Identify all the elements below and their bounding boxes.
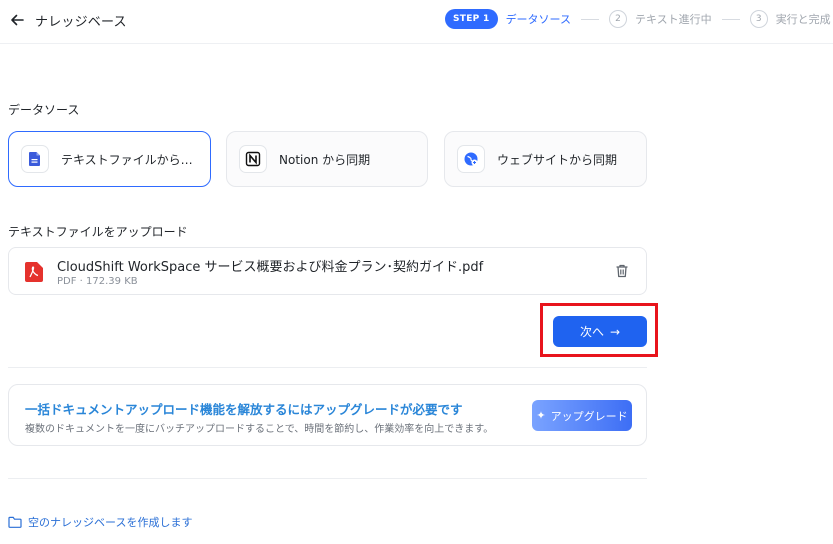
page-title: ナレッジベース [35, 15, 127, 30]
top-bar: ナレッジベース STEP 1 データソース 2 テキスト進行中 3 実行と完成 [0, 0, 833, 44]
sparkle-icon: ✦ [536, 409, 546, 422]
upgrade-title: 一括ドキュメントアップロード機能を解放するにはアップグレードが必要です [25, 402, 463, 417]
upload-heading: テキストファイルをアップロード [8, 225, 188, 239]
upgrade-banner: 一括ドキュメントアップロード機能を解放するにはアップグレードが必要です 複数のド… [8, 384, 647, 446]
datasource-option-label: Notion から同期 [279, 152, 371, 167]
pdf-icon [25, 262, 43, 282]
step-3-label: 実行と完成 [775, 13, 831, 26]
notion-icon [239, 145, 267, 173]
upgrade-button-label: アップグレード [550, 409, 628, 423]
datasource-option-website[interactable]: ウェブサイトから同期 [444, 131, 647, 187]
datasource-option-label: ウェブサイトから同期 [497, 152, 618, 167]
divider [8, 367, 647, 368]
file-name: CloudShift WorkSpace サービス概要および料金プラン･契約ガイ… [57, 260, 484, 275]
step-1-label: データソース [505, 13, 572, 26]
upgrade-description: 複数のドキュメントを一度にバッチアップロードすることで、時間を節約し、作業効率を… [25, 424, 494, 435]
file-meta: PDF · 172.39 KB [57, 276, 138, 287]
arrow-right-icon: → [609, 324, 621, 339]
datasource-option-label: テキストファイルからイン... [61, 152, 201, 167]
next-button[interactable]: 次へ → [553, 316, 647, 347]
document-icon [21, 145, 49, 173]
step-connector [721, 18, 740, 20]
datasource-option-notion[interactable]: Notion から同期 [226, 131, 428, 187]
back-arrow-icon[interactable] [8, 11, 26, 29]
step-1-badge: STEP 1 [445, 9, 498, 29]
folder-icon [8, 516, 22, 528]
trash-icon[interactable] [614, 263, 630, 279]
datasource-option-text-file[interactable]: テキストファイルからイン... [8, 131, 211, 187]
create-empty-kb-link[interactable]: 空のナレッジベースを作成します [8, 514, 192, 530]
step-3-number: 3 [749, 10, 768, 28]
globe-icon [457, 145, 485, 173]
next-button-label: 次へ [579, 325, 604, 339]
create-empty-kb-label: 空のナレッジベースを作成します [28, 516, 193, 529]
datasource-heading: データソース [8, 103, 80, 117]
step-2-label: テキスト進行中 [635, 13, 712, 26]
upgrade-button[interactable]: ✦ アップグレード [532, 400, 632, 431]
step-2-number: 2 [609, 10, 628, 28]
step-connector [581, 18, 600, 20]
uploaded-file-item: CloudShift WorkSpace サービス概要および料金プラン･契約ガイ… [8, 247, 647, 295]
stepper: STEP 1 データソース 2 テキスト進行中 3 実行と完成 [445, 9, 831, 29]
divider [8, 478, 647, 479]
